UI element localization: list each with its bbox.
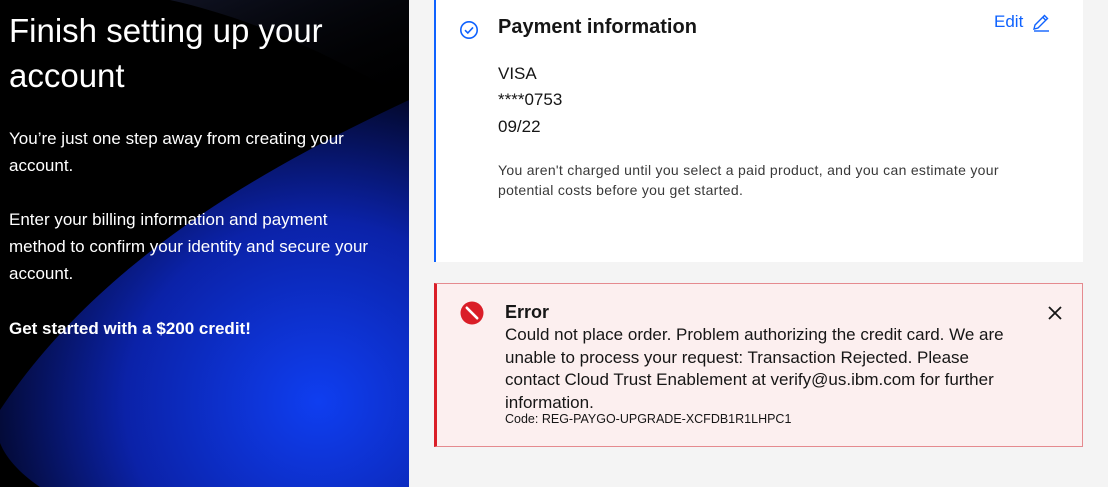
error-notification: Error Could not place order. Problem aut… [434,283,1083,447]
edit-payment-link[interactable]: Edit [994,12,1051,32]
card-number: ****0753 [498,90,563,109]
section-title: Payment information [498,16,697,38]
payment-information-section: Payment information Edit VISA ****0753 0… [434,0,1083,262]
error-message: Could not place order. Problem authorizi… [505,325,1004,412]
close-icon[interactable] [1047,305,1063,321]
edit-label: Edit [994,12,1024,31]
error-filled-icon [460,301,484,325]
billing-note: You aren't charged until you select a pa… [498,162,999,198]
page-heading: Finish setting up your account [9,12,323,94]
intro-text: You’re just one step away from creating … [9,129,344,175]
promo-panel: Finish setting up your account You’re ju… [0,0,409,487]
pencil-icon [1033,14,1050,32]
card-brand: VISA [498,64,537,83]
credit-promo: Get started with a $200 credit! [9,319,251,338]
checkmark-outline-icon [460,21,478,39]
error-title: Error [505,302,550,322]
error-code: Code: REG-PAYGO-UPGRADE-XCFDB1R1LHPC1 [505,412,792,426]
billing-instructions: Enter your billing information and payme… [9,210,369,283]
card-expiry: 09/22 [498,117,541,136]
